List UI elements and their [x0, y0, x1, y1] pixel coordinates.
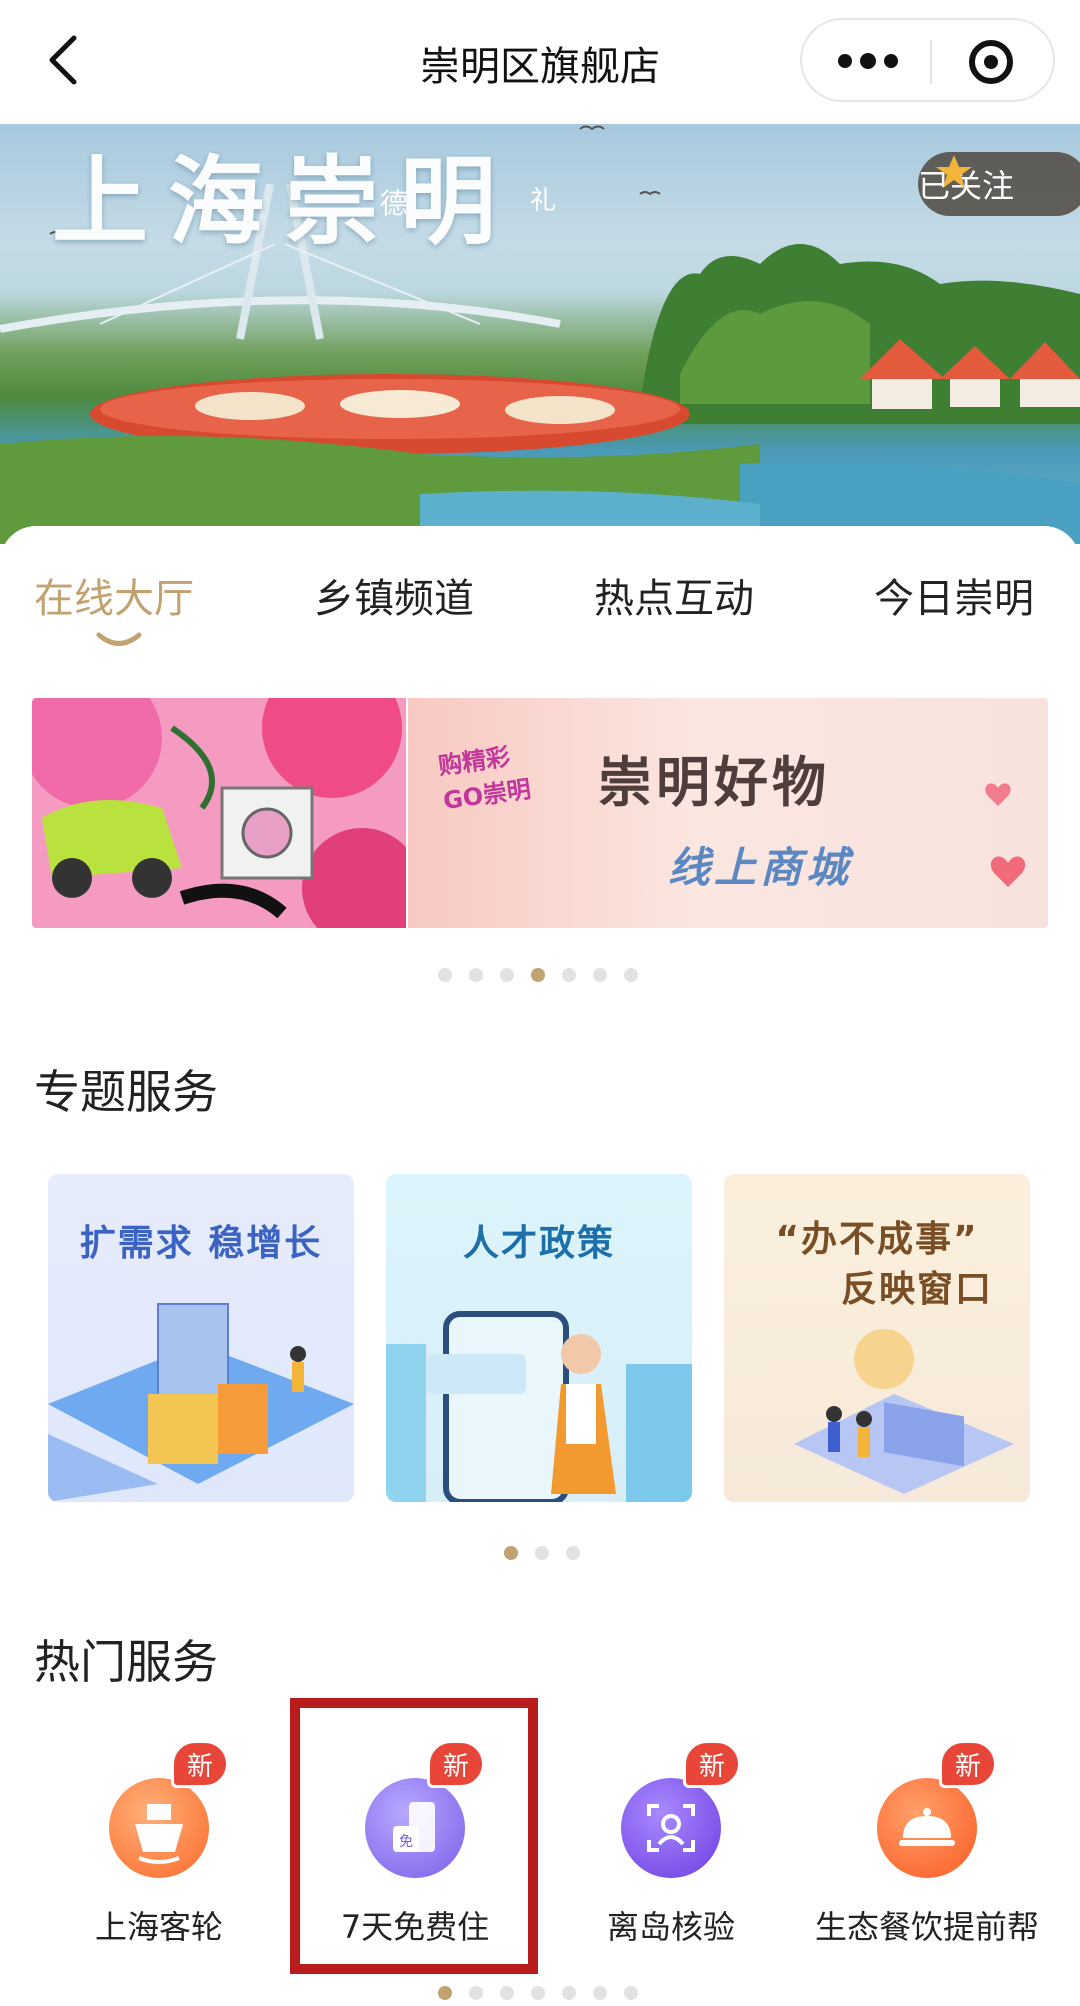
- new-badge: 新: [683, 1740, 741, 1788]
- feedback-illustration: [794, 1329, 1014, 1494]
- dish-cover-icon: [877, 1778, 977, 1878]
- tab-town-channel[interactable]: 乡镇频道: [314, 566, 474, 624]
- face-scan-icon: [621, 1778, 721, 1878]
- active-tab-indicator: [96, 632, 142, 646]
- topic-pager: [504, 1546, 584, 1566]
- topic-card-caption: 扩需求 稳增长: [79, 1223, 323, 1264]
- hero-banner[interactable]: 上海崇明 德 礼 已关注: [0, 124, 1080, 544]
- star-icon: [936, 155, 972, 188]
- topic-card-feedback[interactable]: “办不成事” 反映窗口: [724, 1174, 1030, 1502]
- new-badge: 新: [171, 1740, 229, 1788]
- topic-card-caption-2: 反映窗口: [840, 1269, 993, 1310]
- service-eco-dining[interactable]: 新 生态餐饮提前帮: [812, 1722, 1042, 1982]
- topic-card-talent[interactable]: 人才政策: [386, 1174, 692, 1502]
- topic-card-demand[interactable]: 扩需求 稳增长: [48, 1174, 354, 1502]
- heart-decorations: [985, 783, 1026, 887]
- highlight-box: [290, 1698, 538, 1974]
- promo-panel: 购精彩 GO崇明 崇明好物 线上商城: [408, 698, 1048, 928]
- channel-tabs: 在线大厅 乡镇频道 热点互动 今日崇明: [0, 566, 1080, 656]
- promo-illustration: [32, 698, 406, 928]
- tab-hot-interaction[interactable]: 热点互动: [594, 566, 754, 624]
- promo-pager: [438, 968, 658, 988]
- topic-services-title: 专题服务: [34, 1065, 218, 1119]
- hot-services-title: 热门服务: [34, 1635, 218, 1689]
- talent-illustration: [386, 1311, 692, 1502]
- top-nav-bar: 崇明区旗舰店: [0, 0, 1080, 124]
- promo-title: 崇明好物: [598, 750, 830, 814]
- hero-small-char-2: 礼: [530, 186, 557, 216]
- mini-program-capsule: [800, 18, 1055, 102]
- promo-badge: 购精彩 GO崇明: [436, 730, 565, 816]
- follow-button[interactable]: 已关注: [918, 152, 1080, 216]
- tab-online-hall[interactable]: 在线大厅: [34, 566, 194, 624]
- topic-cards: 扩需求 稳增长 人才政策 “办不成事” 反映窗口: [48, 1174, 1032, 1504]
- service-label: 离岛核验: [606, 1908, 735, 1946]
- ship-icon: [109, 1778, 209, 1878]
- topic-card-caption: “办不成事”: [775, 1219, 979, 1260]
- service-label: 上海客轮: [94, 1908, 223, 1946]
- promo-subtitle: 线上商城: [668, 843, 853, 892]
- service-label: 生态餐饮提前帮: [814, 1908, 1039, 1946]
- promo-banner[interactable]: 购精彩 GO崇明 崇明好物 线上商城: [32, 698, 1048, 928]
- hero-small-char-1: 德: [380, 187, 409, 220]
- hero-title: 上海崇明: [52, 145, 516, 258]
- hot-services-grid: 新 上海客轮 免 新 7天免费住 新 离岛核验 新 生态餐饮提前帮: [0, 1722, 1080, 1982]
- service-shanghai-ferry[interactable]: 新 上海客轮: [44, 1722, 274, 1982]
- capsule-divider: [930, 40, 932, 84]
- city-illustration: [48, 1303, 354, 1502]
- more-dots-icon[interactable]: [838, 50, 898, 74]
- target-icon[interactable]: [969, 40, 1013, 84]
- hot-services-pager: [438, 1986, 658, 2006]
- service-island-verify[interactable]: 新 离岛核验: [556, 1722, 786, 1982]
- new-badge: 新: [939, 1740, 997, 1788]
- topic-card-caption: 人才政策: [462, 1223, 615, 1264]
- tab-today-chongming[interactable]: 今日崇明: [874, 566, 1034, 624]
